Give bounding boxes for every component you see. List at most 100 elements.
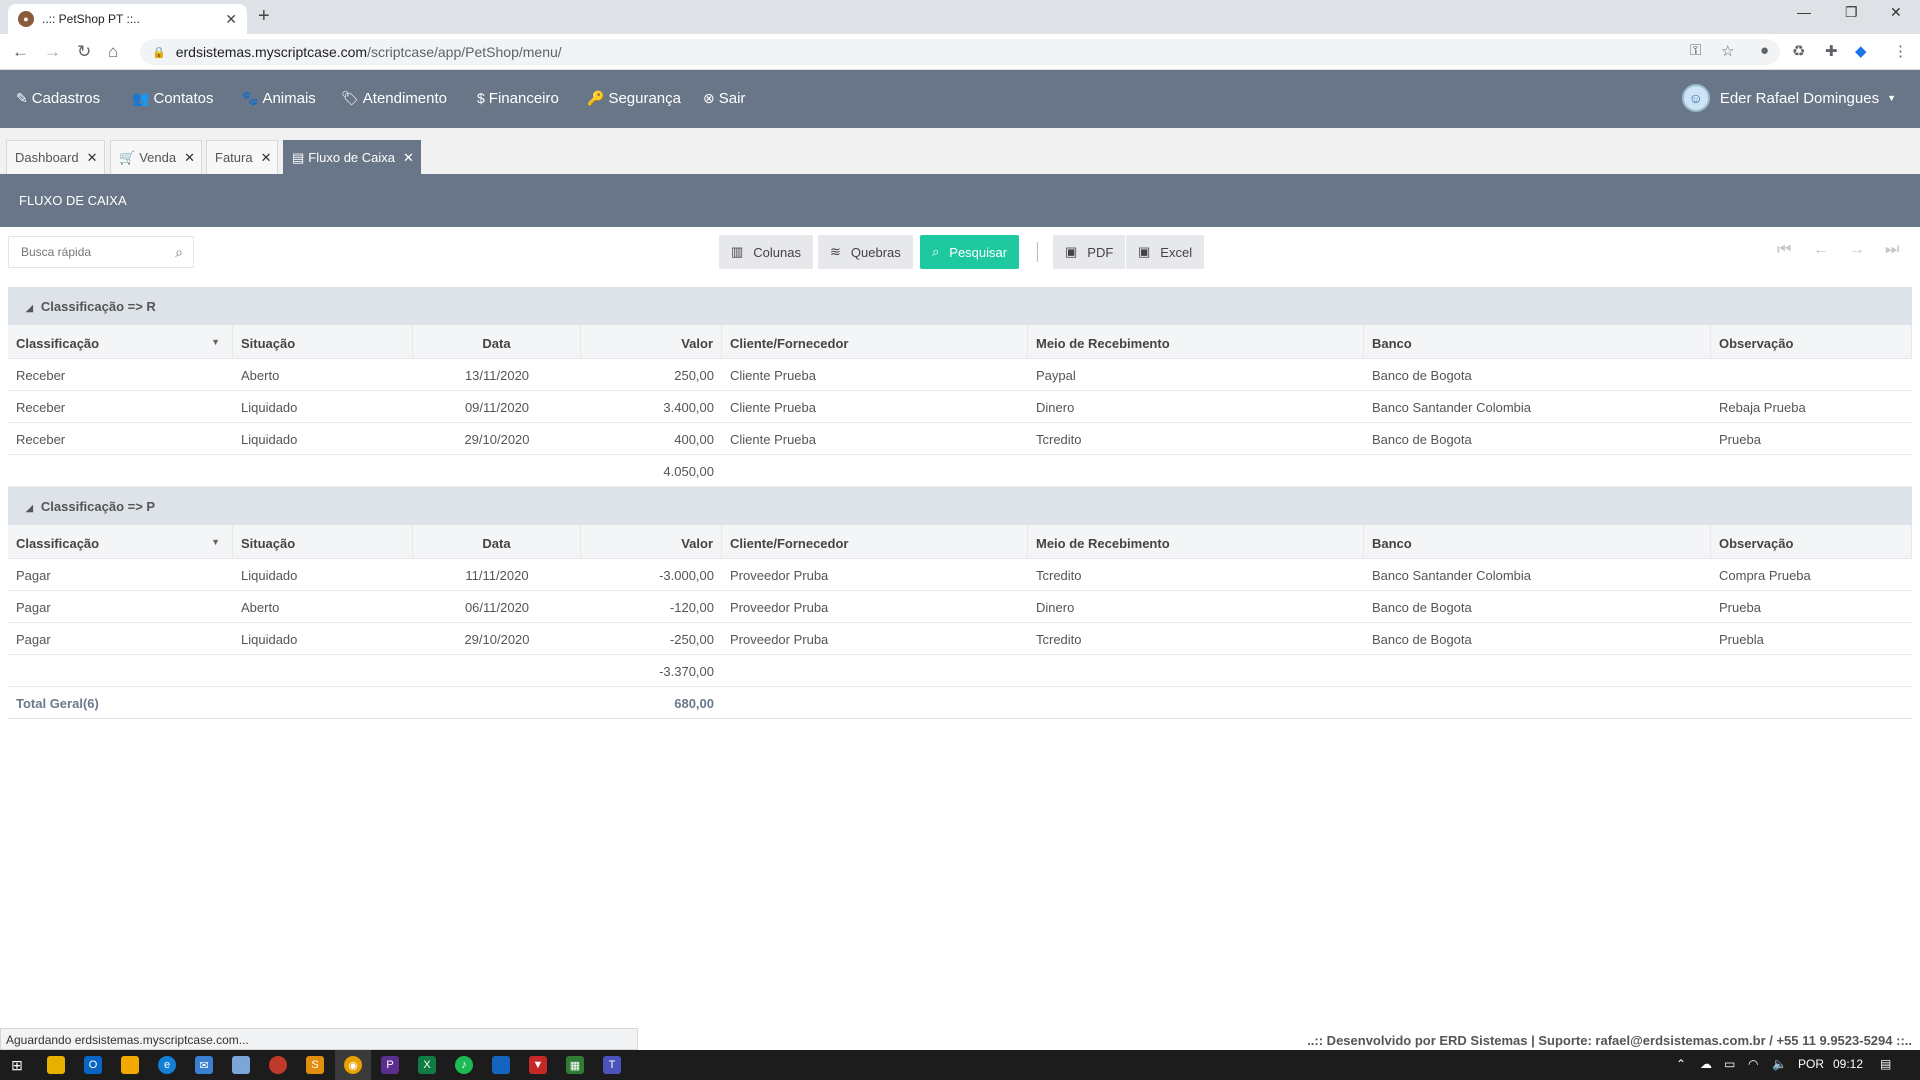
next-page-icon[interactable]: → (1849, 241, 1865, 259)
first-page-icon[interactable]: ⏮ (1777, 241, 1791, 259)
extension-es-icon[interactable]: ● (1760, 42, 1769, 59)
pesquisar-button[interactable]: ⌕ Pesquisar (920, 235, 1020, 269)
collapse-triangle-icon[interactable]: ◢ (26, 303, 33, 313)
column-header[interactable]: Observação (1711, 325, 1912, 358)
mail-icon[interactable]: ✉ (195, 1056, 213, 1074)
bookmark-star-icon[interactable]: ☆ (1721, 42, 1734, 60)
menu-sair[interactable]: ⊗ Sair (703, 90, 745, 107)
menu-seguranca[interactable]: 🔑 Segurança (587, 90, 681, 107)
battery-icon[interactable]: ▭ (1724, 1057, 1735, 1071)
search-input[interactable]: Busca rápida ⌕ (8, 236, 194, 268)
sort-caret-icon[interactable]: ▼ (211, 537, 220, 547)
column-header[interactable]: Meio de Recebimento (1028, 525, 1364, 558)
wifi-icon[interactable]: ◠ (1748, 1057, 1758, 1071)
app-icon[interactable] (269, 1056, 287, 1074)
close-icon[interactable]: ✕ (403, 150, 414, 166)
tab-fluxo-de-caixa[interactable]: ▤ Fluxo de Caixa ✕ (283, 140, 421, 174)
url-field[interactable]: 🔒 erdsistemas.myscriptcase.com/scriptcas… (140, 39, 1780, 65)
column-header[interactable]: Cliente/Fornecedor (722, 525, 1028, 558)
volume-icon[interactable]: 🔈 (1772, 1057, 1787, 1071)
column-header[interactable]: Classificação ▼ (8, 325, 233, 358)
table-row[interactable]: Receber Liquidado 29/10/2020 400,00 Cliente … (8, 423, 1912, 455)
excel-button[interactable]: ▣ Excel (1126, 235, 1205, 269)
column-header[interactable]: Cliente/Fornecedor (722, 325, 1028, 358)
chrome-icon[interactable]: ◉ (344, 1056, 362, 1074)
column-header[interactable]: Classificação ▼ (8, 525, 233, 558)
sheets-icon[interactable]: ▦ (566, 1056, 584, 1074)
close-icon[interactable]: ✕ (261, 150, 272, 166)
group-header[interactable]: ◢ Classificação => R (8, 287, 1912, 325)
language-indicator[interactable]: POR (1798, 1057, 1824, 1071)
column-header[interactable]: Banco (1364, 525, 1711, 558)
browser-tab[interactable]: ● ..:: PetShop PT ::.. ✕ (8, 4, 247, 34)
home-icon[interactable]: ⌂ (108, 42, 118, 62)
phpstorm-icon[interactable]: P (381, 1056, 399, 1074)
menu-atendimento[interactable]: 🏷 Atendimento (341, 90, 447, 107)
column-header[interactable]: Data (413, 525, 581, 558)
restore-icon[interactable]: ❐ (1845, 4, 1858, 21)
menu-financeiro[interactable]: $ Financeiro (477, 90, 559, 107)
back-icon[interactable]: ← (12, 42, 29, 62)
spotify-icon[interactable]: ♪ (455, 1056, 473, 1074)
tab-venda[interactable]: 🛒 Venda ✕ (110, 140, 202, 174)
close-tab-icon[interactable]: ✕ (225, 11, 237, 28)
prev-page-icon[interactable]: ← (1813, 241, 1829, 259)
group-header[interactable]: ◢ Classificação => P (8, 487, 1912, 525)
clock[interactable]: 09:12 (1833, 1057, 1863, 1071)
column-header[interactable]: Valor (581, 325, 722, 358)
column-header[interactable]: Situação (233, 325, 413, 358)
key-icon[interactable]: ⚿ (1690, 42, 1701, 59)
forward-icon[interactable]: → (44, 42, 61, 62)
column-header[interactable]: Situação (233, 525, 413, 558)
tab-fatura[interactable]: Fatura ✕ (206, 140, 279, 174)
close-icon[interactable]: ✕ (184, 150, 195, 166)
close-icon[interactable]: ✕ (87, 150, 98, 166)
column-header[interactable]: Meio de Recebimento (1028, 325, 1364, 358)
brave-icon[interactable]: ▼ (529, 1056, 547, 1074)
colunas-button[interactable]: ▥ Colunas (719, 235, 813, 269)
reload-icon[interactable]: ↻ (77, 42, 91, 62)
notifications-icon[interactable]: ▤ (1880, 1057, 1891, 1071)
menu-animais[interactable]: 🐾 Animais (241, 90, 316, 107)
tray-chevron-icon[interactable]: ⌃ (1676, 1057, 1686, 1071)
excel-icon[interactable]: X (418, 1056, 436, 1074)
puzzle-icon[interactable]: ✚ (1825, 42, 1838, 60)
profile-icon[interactable]: ◆ (1855, 42, 1867, 60)
table-row[interactable]: Receber Liquidado 09/11/2020 3.400,00 Client… (8, 391, 1912, 423)
column-header[interactable]: Banco (1364, 325, 1711, 358)
outlook-icon[interactable]: O (84, 1056, 102, 1074)
collapse-triangle-icon[interactable]: ◢ (26, 503, 33, 513)
column-header[interactable]: Data (413, 325, 581, 358)
table-row[interactable]: Receber Aberto 13/11/2020 250,00 Cliente Pru… (8, 359, 1912, 391)
menu-contatos[interactable]: 👥 Contatos (132, 90, 213, 107)
user-menu[interactable]: ☺ Eder Rafael Domingues ▼ (1681, 84, 1896, 112)
windows-start-icon[interactable]: ⊞ (8, 1056, 26, 1074)
sublime-icon[interactable]: S (306, 1056, 324, 1074)
table-row[interactable]: Pagar Aberto 06/11/2020 -120,00 Proveedor Pr… (8, 591, 1912, 623)
file-explorer-icon[interactable] (47, 1056, 65, 1074)
quebras-button[interactable]: ≋ Quebras (818, 235, 913, 269)
notepad-icon[interactable] (232, 1056, 250, 1074)
column-header[interactable]: Observação (1711, 525, 1912, 558)
more-menu-icon[interactable]: ⋮ (1893, 42, 1908, 60)
last-page-icon[interactable]: ⏭ (1885, 241, 1899, 259)
new-tab-icon[interactable]: + (258, 5, 270, 28)
columns-icon: ▥ (731, 244, 744, 259)
search-icon[interactable]: ⌕ (175, 244, 183, 261)
recycle-icon[interactable]: ♻ (1792, 42, 1805, 60)
cloud-icon[interactable]: ☁ (1700, 1057, 1712, 1071)
teams-icon[interactable]: T (603, 1056, 621, 1074)
folder-icon[interactable] (121, 1056, 139, 1074)
column-header[interactable]: Valor (581, 525, 722, 558)
key-icon: 🔑 (587, 90, 605, 106)
minimize-icon[interactable]: — (1797, 4, 1811, 20)
tab-dashboard[interactable]: Dashboard ✕ (6, 140, 105, 174)
window-close-icon[interactable]: ✕ (1890, 4, 1902, 21)
menu-cadastros[interactable]: ✎ Cadastros (16, 90, 100, 107)
table-row[interactable]: Pagar Liquidado 11/11/2020 -3.000,00 Proveed… (8, 559, 1912, 591)
pdf-button[interactable]: ▣ PDF (1053, 235, 1126, 269)
edge-icon[interactable]: e (158, 1056, 176, 1074)
sort-caret-icon[interactable]: ▼ (211, 337, 220, 347)
document-icon[interactable] (492, 1056, 510, 1074)
table-row[interactable]: Pagar Liquidado 29/10/2020 -250,00 Proveedor… (8, 623, 1912, 655)
